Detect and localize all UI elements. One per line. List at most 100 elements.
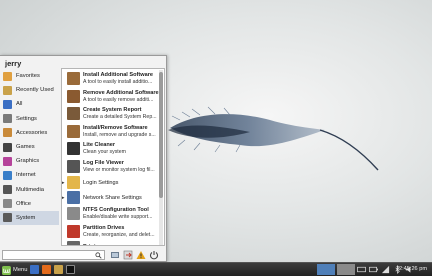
app-install-remove-software[interactable]: Install/Remove Software Install, remove a… [62,123,159,141]
battery-icon[interactable] [369,265,378,274]
app-install-additional-software[interactable]: Install Additional Software A tool to eas… [62,70,159,88]
app-title: Network Share Settings [83,194,142,201]
taskbar: Menu 12:45:26 pm [0,262,432,276]
network-icon [67,191,80,204]
category-settings[interactable]: Settings [0,112,59,126]
power-button[interactable] [148,249,159,260]
category-label: All [16,101,23,108]
app-description: A tool to easily install additio... [83,79,153,85]
power-icon [149,250,158,259]
menu-label: Menu [13,267,28,273]
package-icon [67,72,80,86]
warning-icon [136,250,145,259]
app-title: Install/Remove Software [83,124,148,131]
category-label: Accessories [16,129,48,136]
workspace-switcher [317,264,355,275]
app-ntfs-configuration-tool[interactable]: NTFS Configuration Tool Enable/disable wr… [62,205,159,223]
app-description: View or monitor system log fil... [83,166,155,173]
app-title: Lite Cleaner [83,142,116,148]
internet-icon [3,170,12,180]
category-label: Multimedia [16,186,45,193]
menu-button[interactable]: Menu [1,264,28,276]
app-lite-cleaner[interactable]: Lite Cleaner Clean your system [62,140,159,158]
app-printers[interactable]: Printers [62,240,159,245]
category-label: Games [16,144,35,151]
mint-logo-icon [2,265,11,275]
all-icon [3,99,12,109]
disk-icon [67,207,80,221]
shutdown-button[interactable] [135,249,146,260]
show-desktop-icon[interactable] [30,265,39,274]
category-favorites[interactable]: Favorites [0,69,59,83]
printer-icon [67,241,80,245]
package-icon [67,89,80,103]
app-description: Clean your system [83,149,126,155]
app-log-file-viewer[interactable]: Log File Viewer View or monitor system lo… [62,158,159,176]
package-icon [67,124,80,138]
app-description: Enable/disable write support... [83,214,153,220]
terminal-icon[interactable] [66,265,75,274]
search-input[interactable] [2,250,105,260]
app-title: Install Additional Software [83,72,154,78]
app-network-share-settings[interactable]: ▸ Network Share Settings [62,190,159,205]
category-accessories[interactable]: Accessories [0,126,59,140]
app-title: Partition Drives [83,224,125,231]
user-name: jerry [5,59,22,68]
category-recently-used[interactable]: Recently Used [0,83,59,97]
file-manager-icon[interactable] [54,265,63,274]
lock-screen-button[interactable] [109,249,120,260]
recently-used-icon [3,85,12,95]
app-title: Remove Additional Software [83,89,159,96]
logout-button[interactable] [122,249,133,260]
app-title: Login Settings [83,179,119,186]
category-label: Settings [16,115,37,122]
report-icon [67,107,80,121]
app-description: Create a detailed System Rep... [83,114,157,120]
clock[interactable]: 12:45:26 pm [396,263,427,276]
category-multimedia[interactable]: Multimedia [0,183,59,197]
firefox-icon[interactable] [42,265,51,274]
workspace-1[interactable] [317,264,335,275]
office-icon [3,199,12,209]
submenu-arrow-icon: ▸ [62,194,65,201]
multimedia-icon [3,185,12,195]
workspace-2[interactable] [337,264,355,275]
application-menu: jerry Favorites Recently Used All Settings A… [0,55,167,262]
system-icon [3,213,12,223]
category-internet[interactable]: Internet [0,168,59,182]
search-icon[interactable] [95,252,102,259]
app-partition-drives[interactable]: Partition Drives Create, reorganize, and … [62,223,159,241]
accessories-icon [3,128,12,138]
network-icon[interactable] [381,265,390,274]
scrollbar[interactable] [159,70,163,245]
category-label: Favorites [16,73,40,80]
category-graphics[interactable]: Graphics [0,154,59,168]
keyboard-icon[interactable] [357,265,366,274]
app-remove-additional-software[interactable]: Remove Additional Software A tool to easi… [62,88,159,106]
category-all[interactable]: All [0,97,59,111]
app-title: Create System Report [83,107,142,113]
app-description: Install, remove and upgrade s... [83,131,156,138]
application-list: Printers Partition DrivesCreate, reorgani… [61,68,165,246]
scrollbar-thumb[interactable] [159,72,163,198]
app-description: Create, reorganize, and delet... [83,231,155,238]
quick-launchers [30,265,75,274]
logout-icon [123,250,132,259]
session-actions [109,249,159,260]
graphics-icon [3,156,12,166]
category-games[interactable]: Games [0,140,59,154]
app-title: Printers [83,244,104,245]
category-label: Internet [16,172,36,179]
app-description: A tool to easily remove additi... [83,96,154,103]
app-title: Log File Viewer [83,159,124,166]
lock-icon [110,251,119,258]
category-office[interactable]: Office [0,197,59,211]
log-icon [67,159,80,173]
app-login-settings[interactable]: ▸ Login Settings [62,175,159,190]
partition-icon [67,224,80,238]
games-icon [3,142,12,152]
app-create-system-report[interactable]: Create System Report Create a detailed Sy… [62,105,159,123]
category-system[interactable]: System [0,210,59,226]
settings-icon [3,114,12,124]
submenu-arrow-icon: ▸ [62,179,65,186]
